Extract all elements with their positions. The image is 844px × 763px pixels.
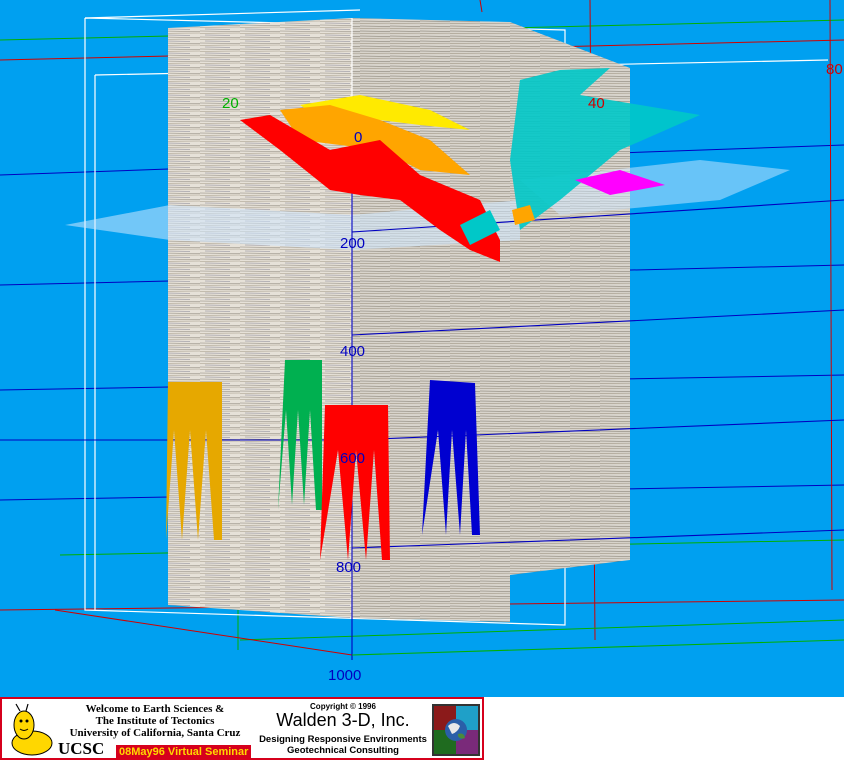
depth-label-400: 400	[340, 343, 365, 360]
axis-label-x80: 80	[826, 61, 843, 78]
seismic-3d-viewport[interactable]: 20 40 80 0 200 400 600 800 1000	[0, 0, 844, 697]
ucsc-section: Welcome to Earth Sciences & The Institut…	[4, 701, 264, 760]
seminar-label: 08May96 Virtual Seminar	[116, 745, 252, 759]
depth-label-0: 0	[354, 129, 362, 146]
walden-section: Copyright © 1996 Walden 3-D, Inc. Design…	[258, 701, 428, 760]
axis-label-x40: 40	[588, 95, 605, 112]
company-name: Walden 3-D, Inc.	[276, 710, 410, 730]
ucsc-label: UCSC	[58, 739, 105, 758]
welcome-text: Welcome to Earth Sciences & The Institut…	[69, 703, 241, 739]
depth-label-800: 800	[336, 559, 361, 576]
walden-logo	[432, 704, 480, 756]
axis-label-x20: 20	[222, 95, 239, 112]
depth-label-600: 600	[340, 450, 365, 467]
seminar-banner[interactable]: Welcome to Earth Sciences & The Institut…	[0, 697, 484, 760]
tagline: Designing Responsive Environments Geotec…	[259, 734, 427, 756]
earth-globe-icon	[434, 706, 478, 754]
depth-label-200: 200	[340, 235, 365, 252]
depth-label-1000: 1000	[328, 667, 361, 684]
footer-banner: Welcome to Earth Sciences & The Institut…	[0, 697, 844, 763]
